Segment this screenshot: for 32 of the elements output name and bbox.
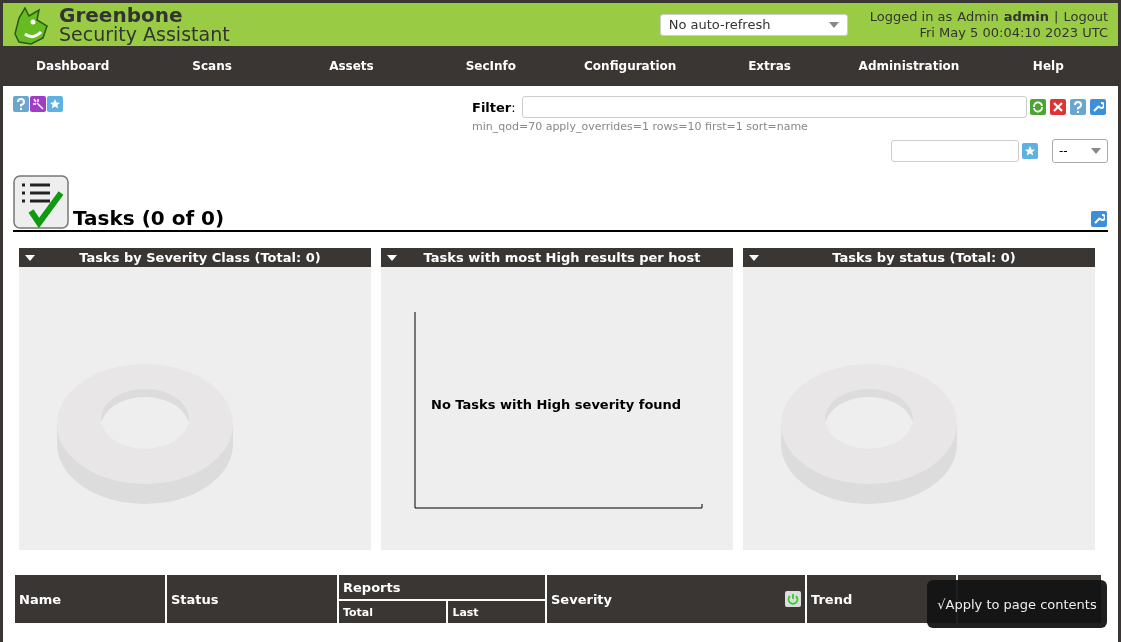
column-header: Last [448, 601, 545, 623]
nav-item[interactable]: Dashboard [36, 59, 110, 73]
page-title: Tasks (0 of 0) [73, 207, 225, 229]
brand-name: Greenbone [59, 5, 183, 25]
date-time: Fri May 5 00:04:10 2023 UTC [919, 24, 1108, 41]
chart-title: Tasks with most High results per host [422, 250, 702, 265]
brand-subtitle: Security Assistant [59, 25, 230, 44]
tooltip: √Apply to page contents [927, 580, 1107, 628]
saved-filter-select[interactable]: -- [1052, 139, 1108, 163]
nav-item[interactable]: Extras [748, 59, 791, 73]
column-header: Severity [547, 575, 805, 623]
column-header: Total [339, 601, 447, 623]
chart-title: Tasks by Severity Class (Total: 0) [78, 250, 322, 265]
nav-item[interactable]: Assets [329, 59, 374, 73]
logout-link[interactable]: Logout [1063, 8, 1108, 25]
nav-item[interactable]: Administration [858, 59, 960, 73]
user-name: admin [1003, 8, 1050, 25]
chart-title: Tasks by status (Total: 0) [831, 250, 1017, 265]
column-header: Status [167, 575, 337, 623]
nav-item[interactable]: Configuration [584, 59, 677, 73]
nav-item[interactable]: Scans [192, 59, 232, 73]
column-header: Name [15, 575, 165, 623]
nav-item[interactable]: SecInfo [465, 59, 516, 73]
filter-terms: min_qod=70 apply_overrides=1 rows=10 first=1 sort=name [472, 120, 809, 133]
login-label: Logged in as [869, 8, 953, 25]
empty-chart-message: No Tasks with High severity found [431, 397, 682, 412]
auto-refresh-select[interactable]: No auto-refresh [659, 13, 848, 36]
nav-item[interactable]: Help [1032, 59, 1064, 73]
column-header: Reports [339, 575, 545, 599]
user-role: Admin [957, 8, 999, 25]
separator: | [1054, 8, 1059, 25]
filter-label: Filter: [472, 99, 516, 115]
